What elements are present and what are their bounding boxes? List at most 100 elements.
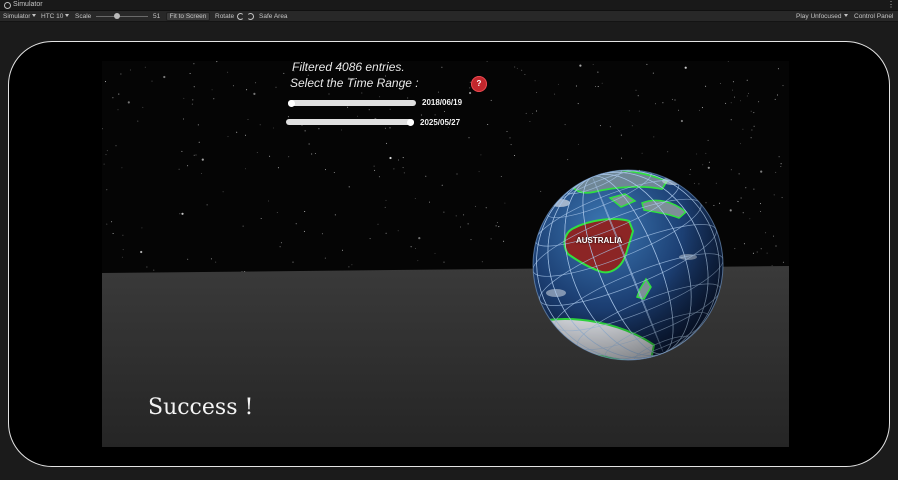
view-select[interactable]: Simulator [3,12,36,21]
star [707,166,710,169]
star [740,197,742,199]
star [652,72,654,74]
star [437,91,439,93]
star [637,95,639,97]
star [746,95,748,97]
star [324,257,326,259]
star [781,197,783,199]
star [303,230,305,232]
star [389,156,392,160]
more-options-icon[interactable]: ⋮ [887,0,895,9]
star [751,129,753,131]
star [213,98,215,100]
star [725,102,727,104]
star [719,202,721,204]
star [351,264,353,266]
star [577,103,579,105]
game-viewport[interactable]: Filtered 4086 entries. Select the Time R… [102,61,789,447]
star [529,121,531,122]
device-select[interactable]: HTC 10 [41,12,69,21]
star [444,111,445,112]
star [342,249,343,251]
star [183,97,185,99]
star [705,152,707,154]
rotate-label: Rotate [215,13,235,20]
star [782,261,784,263]
star [268,200,269,202]
star [702,164,704,166]
star [455,215,457,217]
star [308,143,310,145]
fit-to-screen-button[interactable]: Fit to Screen [166,12,210,21]
star [211,89,213,91]
star [210,258,212,260]
start-date-slider-handle[interactable] [288,100,295,107]
control-panel-button[interactable]: Control Panel [854,12,893,21]
star [765,232,767,234]
scale-slider-thumb[interactable] [113,13,120,19]
star [478,171,480,173]
star [246,89,248,91]
star [187,165,189,167]
star [460,226,461,228]
star [253,92,256,95]
star [129,69,131,71]
scale-slider[interactable] [96,16,148,17]
rotate-left-icon[interactable] [237,13,244,20]
simulator-toolbar: Simulator HTC 10 Scale 51 Fit to Screen … [0,11,898,22]
star [429,201,430,203]
star [760,203,761,205]
star [216,61,218,63]
star [318,128,320,130]
star [620,134,622,136]
star [693,182,695,184]
safe-area-toggle[interactable]: Safe Area [259,12,288,21]
star [393,168,395,170]
star [597,86,599,87]
star [146,266,148,268]
star [117,109,119,111]
star [487,124,489,125]
star [385,199,387,201]
end-date-slider[interactable] [286,119,414,125]
star [701,107,703,109]
star [470,239,472,241]
star [775,171,777,173]
star [567,159,569,161]
star [696,153,698,155]
star [189,73,191,74]
star [689,174,691,175]
star [778,156,780,158]
star [771,265,773,267]
star [283,72,285,74]
star [698,183,700,185]
star [730,169,732,171]
star [369,238,371,240]
play-mode-select[interactable]: Play Unfocused [796,12,848,21]
star [516,67,518,69]
star [521,69,523,71]
star [742,212,744,214]
end-date-slider-handle[interactable] [407,119,414,126]
star [729,209,732,212]
star [782,85,784,87]
star [151,80,153,82]
star [760,211,762,212]
star [153,269,155,271]
star [443,261,445,263]
start-date-slider[interactable] [288,100,416,106]
window-title-bar: Simulator ⋮ [0,0,898,11]
star [705,202,707,204]
help-button[interactable]: ? [471,76,487,92]
star [273,127,274,129]
rotate-right-icon[interactable] [247,13,254,20]
star [269,155,271,157]
star [480,154,482,156]
star [384,206,386,208]
star [321,233,323,235]
star [753,188,755,190]
star [414,198,416,199]
star [121,256,123,258]
star [181,150,183,152]
star [506,131,508,132]
